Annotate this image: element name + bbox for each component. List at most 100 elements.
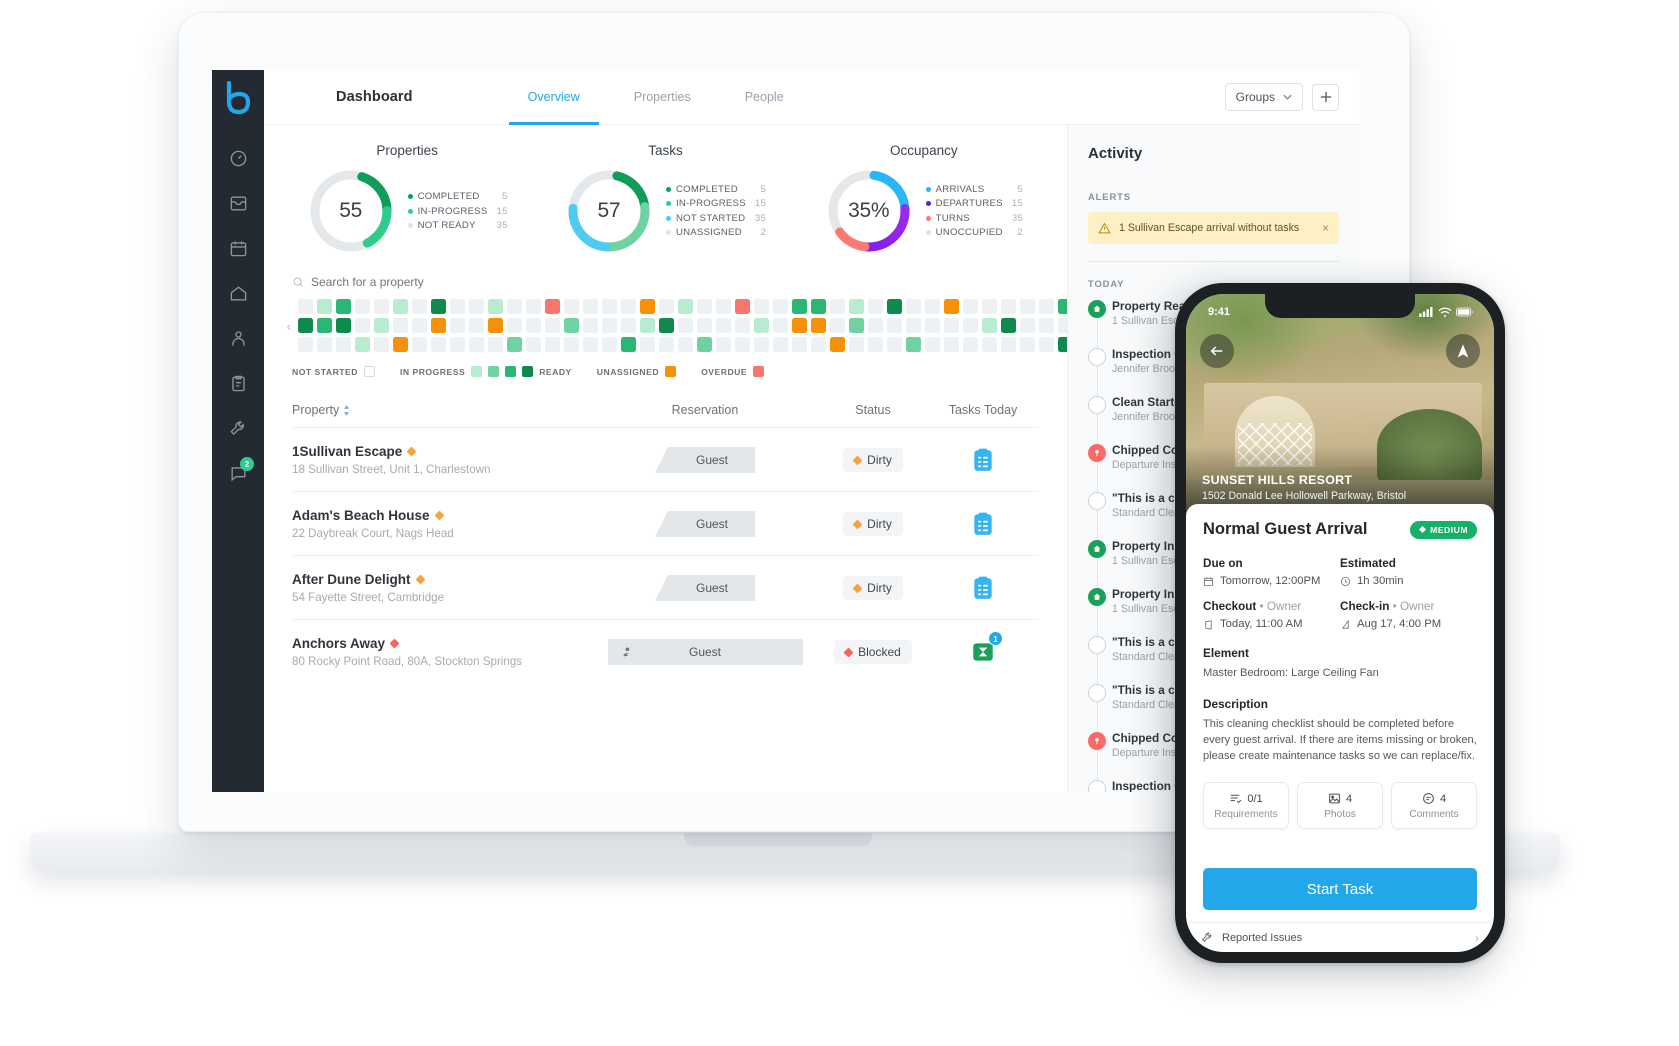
app-logo[interactable] — [212, 70, 264, 125]
status-grid-cell[interactable] — [1020, 299, 1035, 314]
status-grid-cell[interactable] — [868, 318, 883, 333]
status-grid-cell[interactable] — [640, 337, 655, 352]
status-grid-cell[interactable] — [868, 337, 883, 352]
status-grid-cell[interactable] — [906, 337, 921, 352]
status-grid-cell[interactable] — [659, 299, 674, 314]
status-grid-cell[interactable] — [298, 337, 313, 352]
status-grid-cell[interactable] — [317, 299, 332, 314]
add-button[interactable] — [1312, 83, 1339, 111]
status-grid-cell[interactable] — [906, 299, 921, 314]
task-icon-button[interactable]: 1 — [968, 631, 1003, 667]
status-grid-cell[interactable] — [754, 299, 769, 314]
status-badge[interactable]: Blocked — [834, 640, 912, 664]
status-grid-cell[interactable] — [469, 299, 484, 314]
table-row[interactable]: Anchors Away 80 Rocky Point Road, 80A, St… — [292, 620, 1039, 683]
status-grid-cell[interactable] — [735, 318, 750, 333]
status-grid-cell[interactable] — [640, 299, 655, 314]
table-row[interactable]: Adam's Beach House 22 Daybreak Court, Nag… — [292, 492, 1039, 556]
status-grid-cell[interactable] — [564, 318, 579, 333]
status-grid-cell[interactable] — [526, 318, 541, 333]
status-grid-cell[interactable] — [944, 318, 959, 333]
status-grid-cell[interactable] — [545, 337, 560, 352]
status-grid-cell[interactable] — [1039, 337, 1054, 352]
status-grid-cell[interactable] — [944, 337, 959, 352]
status-grid-cell[interactable] — [697, 299, 712, 314]
status-grid-cell[interactable] — [564, 299, 579, 314]
status-grid-cell[interactable] — [488, 299, 503, 314]
status-grid-cell[interactable] — [1001, 337, 1016, 352]
status-grid-cell[interactable] — [868, 299, 883, 314]
status-grid-cell[interactable] — [963, 318, 978, 333]
stat-photos[interactable]: 4 Photos — [1297, 782, 1383, 830]
sidebar-item-dashboard[interactable] — [227, 147, 249, 169]
status-grid-cell[interactable] — [1020, 337, 1035, 352]
status-grid-cell[interactable] — [716, 299, 731, 314]
status-grid-cell[interactable] — [431, 337, 446, 352]
status-grid-cell[interactable] — [431, 299, 446, 314]
status-grid-cell[interactable] — [678, 337, 693, 352]
sidebar-item-maintenance[interactable] — [227, 417, 249, 439]
status-grid-cell[interactable] — [526, 299, 541, 314]
sidebar-item-tasks[interactable] — [227, 372, 249, 394]
status-grid-cell[interactable] — [469, 337, 484, 352]
start-task-button[interactable]: Start Task — [1203, 868, 1477, 910]
alert-banner[interactable]: 1 Sullivan Escape arrival without tasks … — [1088, 212, 1339, 244]
status-grid-cell[interactable] — [488, 337, 503, 352]
status-grid-cell[interactable] — [298, 318, 313, 333]
status-grid-cell[interactable] — [887, 337, 902, 352]
sidebar-item-messages[interactable]: 2 — [227, 457, 254, 484]
status-grid-cell[interactable] — [887, 299, 902, 314]
status-grid-cell[interactable] — [754, 337, 769, 352]
tab-properties[interactable]: Properties — [607, 70, 718, 125]
status-grid-cell[interactable] — [906, 318, 921, 333]
reservation-chip[interactable]: Guest — [607, 639, 803, 665]
status-grid-cell[interactable] — [830, 299, 845, 314]
status-grid-cell[interactable] — [811, 337, 826, 352]
status-grid-cell[interactable] — [773, 299, 788, 314]
status-grid-cell[interactable] — [583, 299, 598, 314]
status-grid-cell[interactable] — [298, 299, 313, 314]
stat-comments[interactable]: 4 Comments — [1391, 782, 1477, 830]
status-grid-cell[interactable] — [963, 337, 978, 352]
status-grid-cell[interactable] — [336, 299, 351, 314]
status-grid-cell[interactable] — [469, 318, 484, 333]
grid-prev-button[interactable]: ‹ — [280, 318, 298, 334]
status-grid-cell[interactable] — [317, 337, 332, 352]
sidebar-item-calendar[interactable] — [227, 237, 249, 259]
status-grid-cell[interactable] — [450, 299, 465, 314]
status-grid-cell[interactable] — [944, 299, 959, 314]
reported-issues-row[interactable]: Reported Issues › — [1186, 922, 1494, 952]
status-grid-cell[interactable] — [545, 299, 560, 314]
status-grid-cell[interactable] — [925, 299, 940, 314]
status-grid-cell[interactable] — [1039, 299, 1054, 314]
status-grid-cell[interactable] — [716, 337, 731, 352]
status-grid-cell[interactable] — [982, 318, 997, 333]
status-grid-cell[interactable] — [659, 337, 674, 352]
tab-people[interactable]: People — [718, 70, 811, 125]
status-grid-cell[interactable] — [621, 299, 636, 314]
status-grid-cell[interactable] — [564, 337, 579, 352]
status-grid-cell[interactable] — [830, 318, 845, 333]
status-badge[interactable]: Dirty — [843, 576, 903, 600]
search-input[interactable] — [311, 275, 541, 289]
status-grid-cell[interactable] — [982, 299, 997, 314]
status-grid-cell[interactable] — [925, 337, 940, 352]
status-grid-cell[interactable] — [374, 299, 389, 314]
status-grid-cell[interactable] — [621, 337, 636, 352]
status-grid-cell[interactable] — [621, 318, 636, 333]
status-grid-cell[interactable] — [507, 337, 522, 352]
table-row[interactable]: After Dune Delight 54 Fayette Street, Cam… — [292, 556, 1039, 620]
status-grid-cell[interactable] — [355, 318, 370, 333]
status-grid-cell[interactable] — [697, 337, 712, 352]
status-grid-cell[interactable] — [754, 318, 769, 333]
reservation-chip[interactable]: Guest — [655, 575, 755, 601]
status-grid-cell[interactable] — [1058, 299, 1067, 314]
status-grid-cell[interactable] — [1058, 337, 1067, 352]
status-grid-cell[interactable] — [811, 299, 826, 314]
status-grid-cell[interactable] — [1001, 299, 1016, 314]
status-grid-cell[interactable] — [545, 318, 560, 333]
sidebar-item-properties[interactable] — [227, 282, 249, 304]
navigate-button[interactable] — [1446, 334, 1480, 368]
status-grid-cell[interactable] — [1001, 318, 1016, 333]
status-grid-cell[interactable] — [355, 299, 370, 314]
